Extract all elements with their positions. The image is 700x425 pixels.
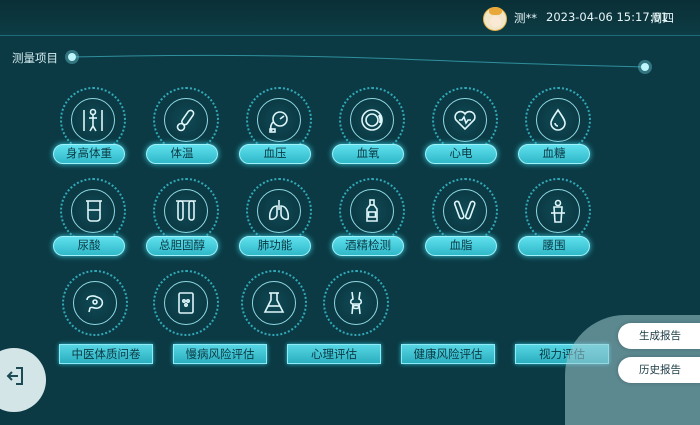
datetime: 2023-04-06 15:17:01 <box>546 10 669 24</box>
top-bar: 测** 2023-04-06 15:17:01 周四 <box>0 0 700 36</box>
measure-waist[interactable]: 腰围 <box>518 236 590 256</box>
cholesterol-button[interactable] <box>153 178 219 244</box>
generate-report-button[interactable]: 生成报告 <box>618 323 700 349</box>
thermometer-icon <box>176 109 195 132</box>
blood-drop-icon <box>550 108 566 131</box>
exit-icon[interactable] <box>6 366 24 386</box>
measure-uric-acid[interactable]: 尿酸 <box>53 236 125 256</box>
user-name: 测** <box>514 11 537 25</box>
stomach-icon <box>86 295 104 313</box>
weekday: 周四 <box>651 11 674 25</box>
joint-icon <box>349 291 363 315</box>
measure-blood-lipids[interactable]: 血脂 <box>425 236 497 256</box>
stomach-button[interactable] <box>62 270 128 336</box>
blood-tubes-icon <box>453 200 476 220</box>
avatar[interactable] <box>483 7 507 31</box>
measure-blood-oxygen[interactable]: 血氧 <box>332 144 404 164</box>
flask-icon <box>263 292 285 313</box>
measure-alcohol[interactable]: 酒精检测 <box>332 236 404 256</box>
blood-lipids-button[interactable] <box>432 178 498 244</box>
joint-button[interactable] <box>323 270 389 336</box>
lung-function-button[interactable] <box>246 178 312 244</box>
test-card-icon <box>178 292 194 314</box>
beaker-icon <box>86 200 102 222</box>
measure-lung-function[interactable]: 肺功能 <box>239 236 311 256</box>
assessment-tcm-constitution[interactable]: 中医体质问卷 <box>59 344 153 364</box>
waist-button[interactable] <box>525 178 591 244</box>
bottle-icon <box>366 199 378 222</box>
section-divider <box>65 50 652 74</box>
measure-ecg[interactable]: 心电 <box>425 144 497 164</box>
lungs-icon <box>268 200 290 221</box>
measure-temperature[interactable]: 体温 <box>146 144 218 164</box>
flask-button[interactable] <box>241 270 307 336</box>
measure-blood-sugar[interactable]: 血糖 <box>518 144 590 164</box>
assessment-chronic-disease[interactable]: 慢病风险评估 <box>173 344 267 364</box>
blood-oxygen-icon <box>361 109 383 131</box>
assessment-psychological[interactable]: 心理评估 <box>287 344 381 364</box>
measure-blood-pressure[interactable]: 血压 <box>239 144 311 164</box>
alcohol-test-button[interactable] <box>339 178 405 244</box>
heart-icon <box>454 110 476 131</box>
height-weight-icon <box>83 108 103 132</box>
test-card-button[interactable] <box>153 270 219 336</box>
history-report-button[interactable]: 历史报告 <box>618 357 700 383</box>
waist-icon <box>551 199 565 223</box>
test-tubes-icon <box>176 200 196 221</box>
uric-acid-button[interactable] <box>60 178 126 244</box>
blood-pressure-icon <box>269 111 288 133</box>
measure-height-weight[interactable]: 身高体重 <box>53 144 125 164</box>
measure-cholesterol[interactable]: 总胆固醇 <box>146 236 218 256</box>
assessment-health-risk[interactable]: 健康风险评估 <box>401 344 495 364</box>
